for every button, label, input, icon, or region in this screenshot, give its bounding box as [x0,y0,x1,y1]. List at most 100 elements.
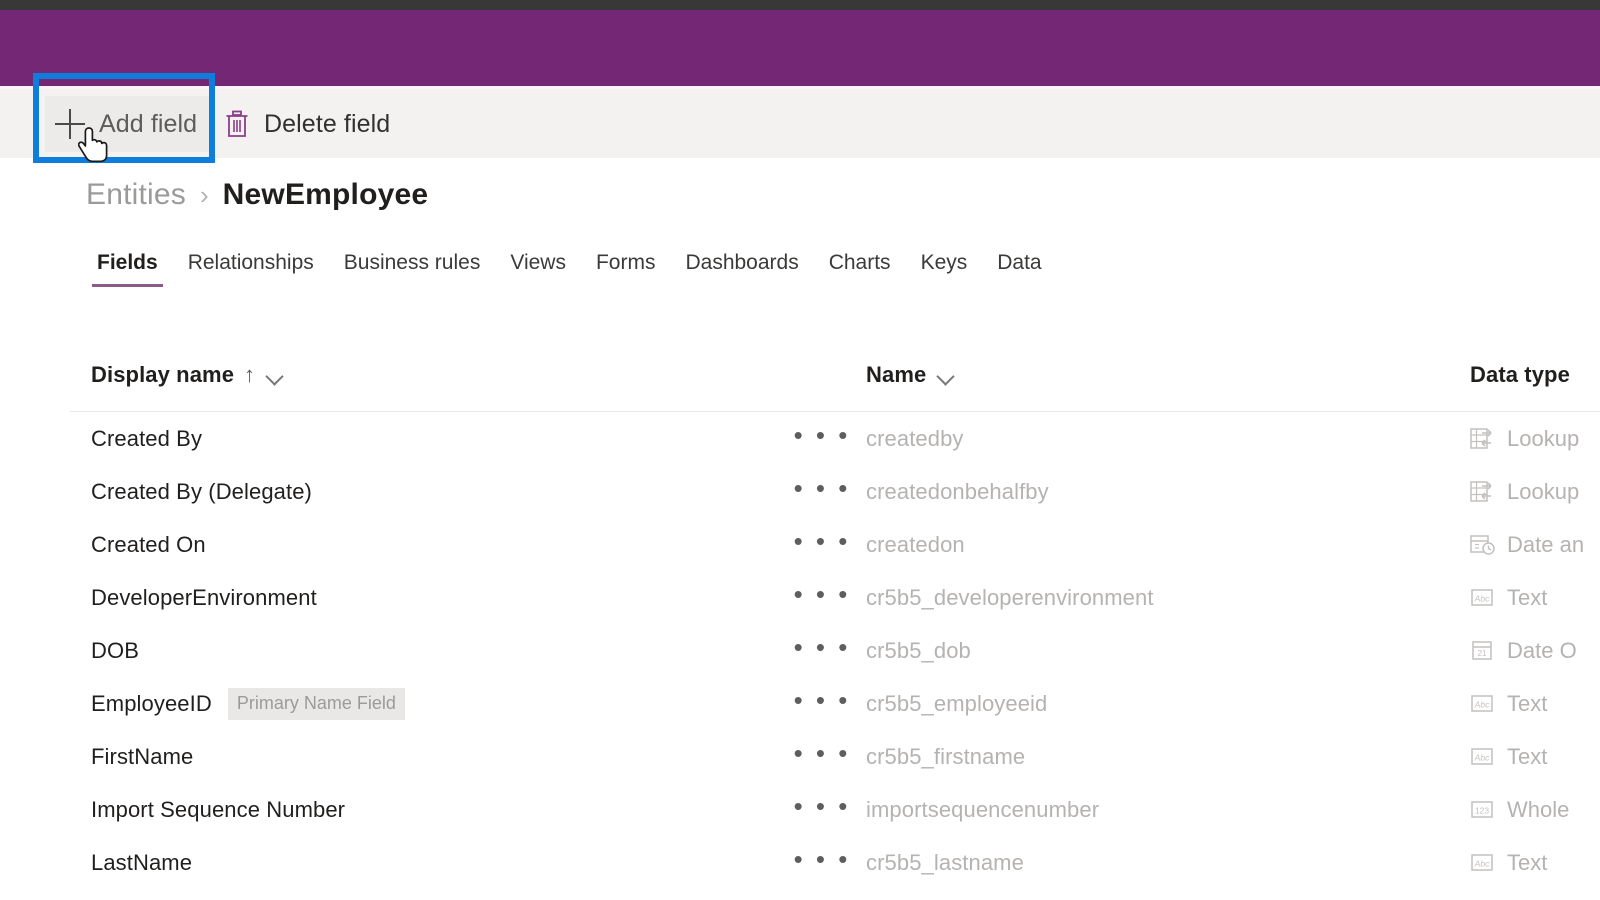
add-field-button[interactable]: Add field [45,96,212,152]
tab-forms[interactable]: Forms [581,248,671,278]
tab-dashboards[interactable]: Dashboards [670,248,813,278]
cell-display-name[interactable]: Created By (Delegate) [91,465,312,518]
cell-display-name[interactable]: EmployeeID Primary Name Field [91,677,405,730]
more-options-icon: • • • [793,631,851,662]
data-type-text: Date an [1507,531,1585,557]
more-options-icon: • • • [793,843,851,874]
data-type-text: Lookup [1507,478,1580,504]
tab-fields[interactable]: Fields [82,248,173,287]
table-row[interactable]: Created By • • • createdby Lookup [70,412,1600,465]
cell-logical-name: cr5b5_dob [866,624,971,677]
logical-name-text: cr5b5_lastname [866,849,1024,875]
data-type-text: Text [1507,584,1548,610]
table-row[interactable]: Created On • • • createdon Date an [70,518,1600,571]
column-header-name[interactable]: Name [866,362,956,388]
cell-data-type: 123 Whole [1470,783,1569,836]
row-overflow-menu-button[interactable]: • • • [792,412,852,465]
tab-charts[interactable]: Charts [814,248,906,278]
grid-header-row: Display name ↑ Name Data type [70,350,1600,412]
cell-display-name[interactable]: FirstName [91,730,193,783]
chevron-down-icon[interactable] [938,370,956,381]
cell-display-name[interactable]: DeveloperEnvironment [91,571,317,624]
number-icon: 123 [1470,799,1496,820]
row-overflow-menu-button[interactable]: • • • [792,783,852,836]
svg-text:Abc: Abc [1474,859,1490,869]
data-type-text: Text [1507,690,1548,716]
more-options-icon: • • • [793,737,851,768]
column-header-display-name[interactable]: Display name ↑ [91,362,285,388]
primary-name-field-badge: Primary Name Field [227,687,405,720]
cell-display-name[interactable]: Import Sequence Number [91,783,345,836]
row-overflow-menu-button[interactable]: • • • [792,465,852,518]
row-overflow-menu-button[interactable]: • • • [792,624,852,677]
chevron-down-icon[interactable] [267,370,285,381]
entity-tab-strip: Fields Relationships Business rules Views Fo… [82,248,1057,294]
display-name-text: LastName [91,849,193,875]
logical-name-text: cr5b5_firstname [866,743,1026,769]
logical-name-text: createdonbehalfby [866,478,1049,504]
sort-ascending-icon: ↑ [244,362,256,387]
table-row[interactable]: LastName • • • cr5b5_lastname Abc Text [70,836,1600,889]
data-type-text: Text [1507,849,1548,875]
cell-data-type: Lookup [1470,412,1579,465]
date-only-icon: 21 [1470,640,1496,661]
page-title: NewEmployee [222,178,429,211]
plus-icon [55,109,85,139]
text-icon: Abc [1470,693,1496,714]
cell-logical-name: cr5b5_lastname [866,836,1024,889]
breadcrumb-separator-icon: › [199,180,209,210]
row-overflow-menu-button[interactable]: • • • [792,730,852,783]
delete-field-button[interactable]: Delete field [212,96,402,152]
table-row[interactable]: EmployeeID Primary Name Field • • • cr5b5_e… [70,677,1600,730]
breadcrumb-entities-link[interactable]: Entities [86,178,186,212]
display-name-text: EmployeeID [91,690,212,716]
cell-data-type: Abc Text [1470,730,1547,783]
more-options-icon: • • • [793,472,851,503]
display-name-text: FirstName [91,743,194,769]
logical-name-text: importsequencenumber [866,796,1100,822]
lookup-icon [1470,481,1496,502]
display-name-text: Created By [91,425,203,451]
table-row[interactable]: DeveloperEnvironment • • • cr5b5_developer… [70,571,1600,624]
cell-display-name[interactable]: DOB [91,624,139,677]
table-row[interactable]: Import Sequence Number • • • importsequenc… [70,783,1600,836]
display-name-text: Created On [91,531,206,557]
cell-logical-name: createdonbehalfby [866,465,1049,518]
table-row[interactable]: DOB • • • cr5b5_dob 21 Date O [70,624,1600,677]
text-icon: Abc [1470,852,1496,873]
table-row[interactable]: FirstName • • • cr5b5_firstname Abc Text [70,730,1600,783]
tab-business-rules[interactable]: Business rules [329,248,496,278]
column-header-data-type-label: Data type [1470,362,1570,387]
cell-data-type: Abc Text [1470,677,1547,730]
column-header-data-type[interactable]: Data type [1470,362,1570,388]
browser-top-strip [0,0,1600,10]
table-row[interactable]: Created By (Delegate) • • • createdonbehal… [70,465,1600,518]
more-options-icon: • • • [793,684,851,715]
breadcrumb: Entities › NewEmployee [86,178,428,212]
row-overflow-menu-button[interactable]: • • • [792,571,852,624]
cell-display-name[interactable]: LastName [91,836,192,889]
svg-text:21: 21 [1478,649,1487,658]
column-header-name-label: Name [866,362,927,387]
tab-relationships[interactable]: Relationships [173,248,329,278]
tab-data[interactable]: Data [982,248,1056,278]
column-header-display-name-label: Display name [91,362,235,387]
app-header-bar [0,10,1600,86]
row-overflow-menu-button[interactable]: • • • [792,836,852,889]
cell-logical-name: cr5b5_employeeid [866,677,1047,730]
cell-display-name[interactable]: Created By [91,412,202,465]
cell-logical-name: cr5b5_developerenvironment [866,571,1154,624]
display-name-text: Created By (Delegate) [91,478,312,504]
cell-data-type: Abc Text [1470,836,1547,889]
data-type-text: Whole [1507,796,1570,822]
row-overflow-menu-button[interactable]: • • • [792,677,852,730]
cell-logical-name: createdon [866,518,965,571]
cell-display-name[interactable]: Created On [91,518,206,571]
tab-keys[interactable]: Keys [906,248,983,278]
lookup-icon [1470,428,1496,449]
fields-grid: Display name ↑ Name Data type Created By… [70,350,1600,889]
tab-views[interactable]: Views [495,248,581,278]
logical-name-text: createdon [866,531,965,557]
svg-text:Abc: Abc [1474,700,1490,710]
row-overflow-menu-button[interactable]: • • • [792,518,852,571]
